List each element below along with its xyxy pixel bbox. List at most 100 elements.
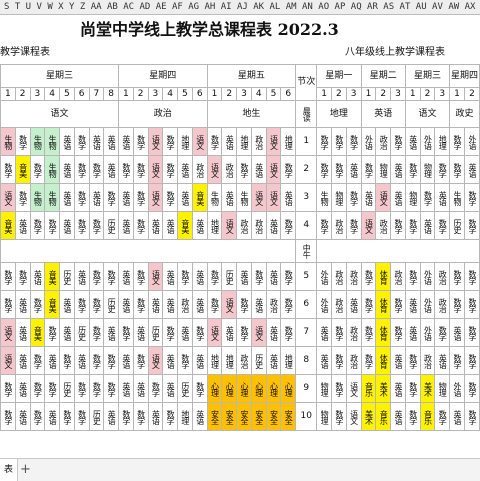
class-cell[interactable]: 数学 <box>14 183 31 212</box>
period-number[interactable]: 2 <box>14 87 31 101</box>
class-cell[interactable]: 数学 <box>463 290 480 319</box>
class-cell[interactable]: 英语 <box>191 211 208 240</box>
class-cell[interactable]: 数学 <box>316 211 333 240</box>
class-cell[interactable]: 英语 <box>14 318 31 347</box>
class-cell[interactable]: 生物 <box>44 155 60 184</box>
class-cell[interactable]: 数学 <box>236 290 252 319</box>
class-cell[interactable]: 政治 <box>236 346 252 375</box>
period-number[interactable]: 2 <box>463 87 480 101</box>
class-cell[interactable]: 数学 <box>206 127 223 156</box>
class-cell[interactable]: 物理 <box>316 402 333 431</box>
day-header[interactable]: 星期三 <box>404 64 451 88</box>
class-cell[interactable]: 数学 <box>14 127 31 156</box>
class-cell[interactable]: 英语 <box>132 374 149 403</box>
class-cell[interactable]: 音乐 <box>419 402 436 431</box>
class-cell[interactable]: 英语 <box>316 346 333 375</box>
day-header[interactable]: 星期三 <box>0 64 120 88</box>
period-number[interactable]: 2 <box>331 87 347 101</box>
class-cell[interactable]: 语文 <box>0 318 16 347</box>
class-cell[interactable]: 数学 <box>331 402 347 431</box>
class-cell[interactable]: 英语 <box>449 402 465 431</box>
class-cell[interactable]: 英语 <box>162 346 179 375</box>
class-cell[interactable]: 英语 <box>162 211 179 240</box>
class-cell[interactable]: 数学 <box>360 346 377 375</box>
class-cell[interactable]: 数学 <box>88 211 105 240</box>
class-cell[interactable]: 语文 <box>147 262 164 291</box>
class-cell[interactable]: 英语 <box>59 211 75 240</box>
class-cell[interactable]: 语文 <box>265 183 282 212</box>
class-cell[interactable]: 英语 <box>118 374 134 403</box>
class-cell[interactable]: 英语 <box>449 318 465 347</box>
class-cell[interactable]: 数学 <box>191 318 208 347</box>
class-cell[interactable]: 英语 <box>14 346 31 375</box>
period-number[interactable]: 3 <box>345 87 362 101</box>
class-cell[interactable]: 数学 <box>331 318 347 347</box>
class-cell[interactable]: 英语 <box>265 346 282 375</box>
class-cell[interactable]: 历史 <box>103 290 120 319</box>
class-cell[interactable]: 英语 <box>88 183 105 212</box>
class-cell[interactable]: 语文 <box>250 318 267 347</box>
morning-subject[interactable]: 政治 <box>118 100 208 128</box>
class-cell[interactable]: 数学 <box>14 262 31 291</box>
class-cell[interactable]: 生物 <box>206 183 223 212</box>
class-cell[interactable]: 数学 <box>88 262 105 291</box>
class-cell[interactable]: 英语 <box>390 374 406 403</box>
class-cell[interactable]: 数学 <box>132 183 149 212</box>
class-cell[interactable]: 数学 <box>59 402 75 431</box>
class-cell[interactable]: 政治 <box>345 318 362 347</box>
class-cell[interactable]: 数学 <box>390 211 406 240</box>
class-cell[interactable]: 政治 <box>250 127 267 156</box>
class-cell[interactable]: 政治 <box>250 211 267 240</box>
class-cell[interactable]: 数学 <box>103 346 120 375</box>
class-cell[interactable]: 生物 <box>316 183 333 212</box>
class-cell[interactable]: 数学 <box>280 318 297 347</box>
period-number[interactable]: 3 <box>390 87 406 101</box>
class-cell[interactable]: 数学 <box>29 155 46 184</box>
class-cell[interactable]: 生物 <box>29 183 46 212</box>
class-cell[interactable]: 英语 <box>162 374 179 403</box>
class-cell[interactable]: 数学 <box>88 290 105 319</box>
day-header[interactable]: 星期五 <box>206 64 297 88</box>
class-cell[interactable]: 英语 <box>191 346 208 375</box>
class-cell[interactable]: 数学 <box>132 290 149 319</box>
morning-subject[interactable]: 地理 <box>316 100 362 128</box>
class-cell[interactable]: 生物 <box>29 127 46 156</box>
class-cell[interactable]: 数学 <box>390 290 406 319</box>
class-cell[interactable]: 英语 <box>14 290 31 319</box>
period-index[interactable]: 6 <box>295 290 318 319</box>
class-cell[interactable]: 政治 <box>390 262 406 291</box>
period-number[interactable]: 1 <box>206 87 223 101</box>
period-number[interactable]: 1 <box>404 87 421 101</box>
class-cell[interactable]: 数学 <box>463 318 480 347</box>
class-cell[interactable]: 历史 <box>449 211 465 240</box>
period-number[interactable]: 1 <box>118 87 134 101</box>
class-cell[interactable]: 数学 <box>463 346 480 375</box>
class-cell[interactable]: 数学 <box>404 346 421 375</box>
period-number[interactable]: 6 <box>191 87 208 101</box>
period-number[interactable]: 3 <box>147 87 164 101</box>
class-cell[interactable]: 外语 <box>463 127 480 156</box>
class-cell[interactable]: 政治 <box>434 290 451 319</box>
period-index[interactable]: 7 <box>295 318 318 347</box>
class-cell[interactable]: 数学 <box>449 290 465 319</box>
class-cell[interactable]: 英语 <box>103 127 120 156</box>
class-cell[interactable]: 地理 <box>280 346 297 375</box>
class-cell[interactable]: 心理 <box>265 374 282 403</box>
class-cell[interactable]: 历史 <box>177 374 193 403</box>
class-cell[interactable]: 语文 <box>265 155 282 184</box>
class-cell[interactable]: 语文 <box>206 318 223 347</box>
class-cell[interactable]: 政治 <box>177 290 193 319</box>
class-cell[interactable]: 数学 <box>132 211 149 240</box>
class-cell[interactable]: 地理 <box>177 402 193 431</box>
class-cell[interactable]: 英语 <box>44 402 60 431</box>
class-cell[interactable]: 数学 <box>316 127 333 156</box>
class-cell[interactable]: 语文 <box>147 127 164 156</box>
class-cell[interactable]: 政治 <box>331 211 347 240</box>
class-cell[interactable]: 语文 <box>147 155 164 184</box>
class-cell[interactable]: 英语 <box>88 127 105 156</box>
class-cell[interactable]: 数学 <box>331 374 347 403</box>
class-cell[interactable]: 英语 <box>404 318 421 347</box>
class-cell[interactable]: 历史 <box>250 346 267 375</box>
class-cell[interactable]: 数学 <box>88 374 105 403</box>
class-cell[interactable]: 语文 <box>221 290 238 319</box>
